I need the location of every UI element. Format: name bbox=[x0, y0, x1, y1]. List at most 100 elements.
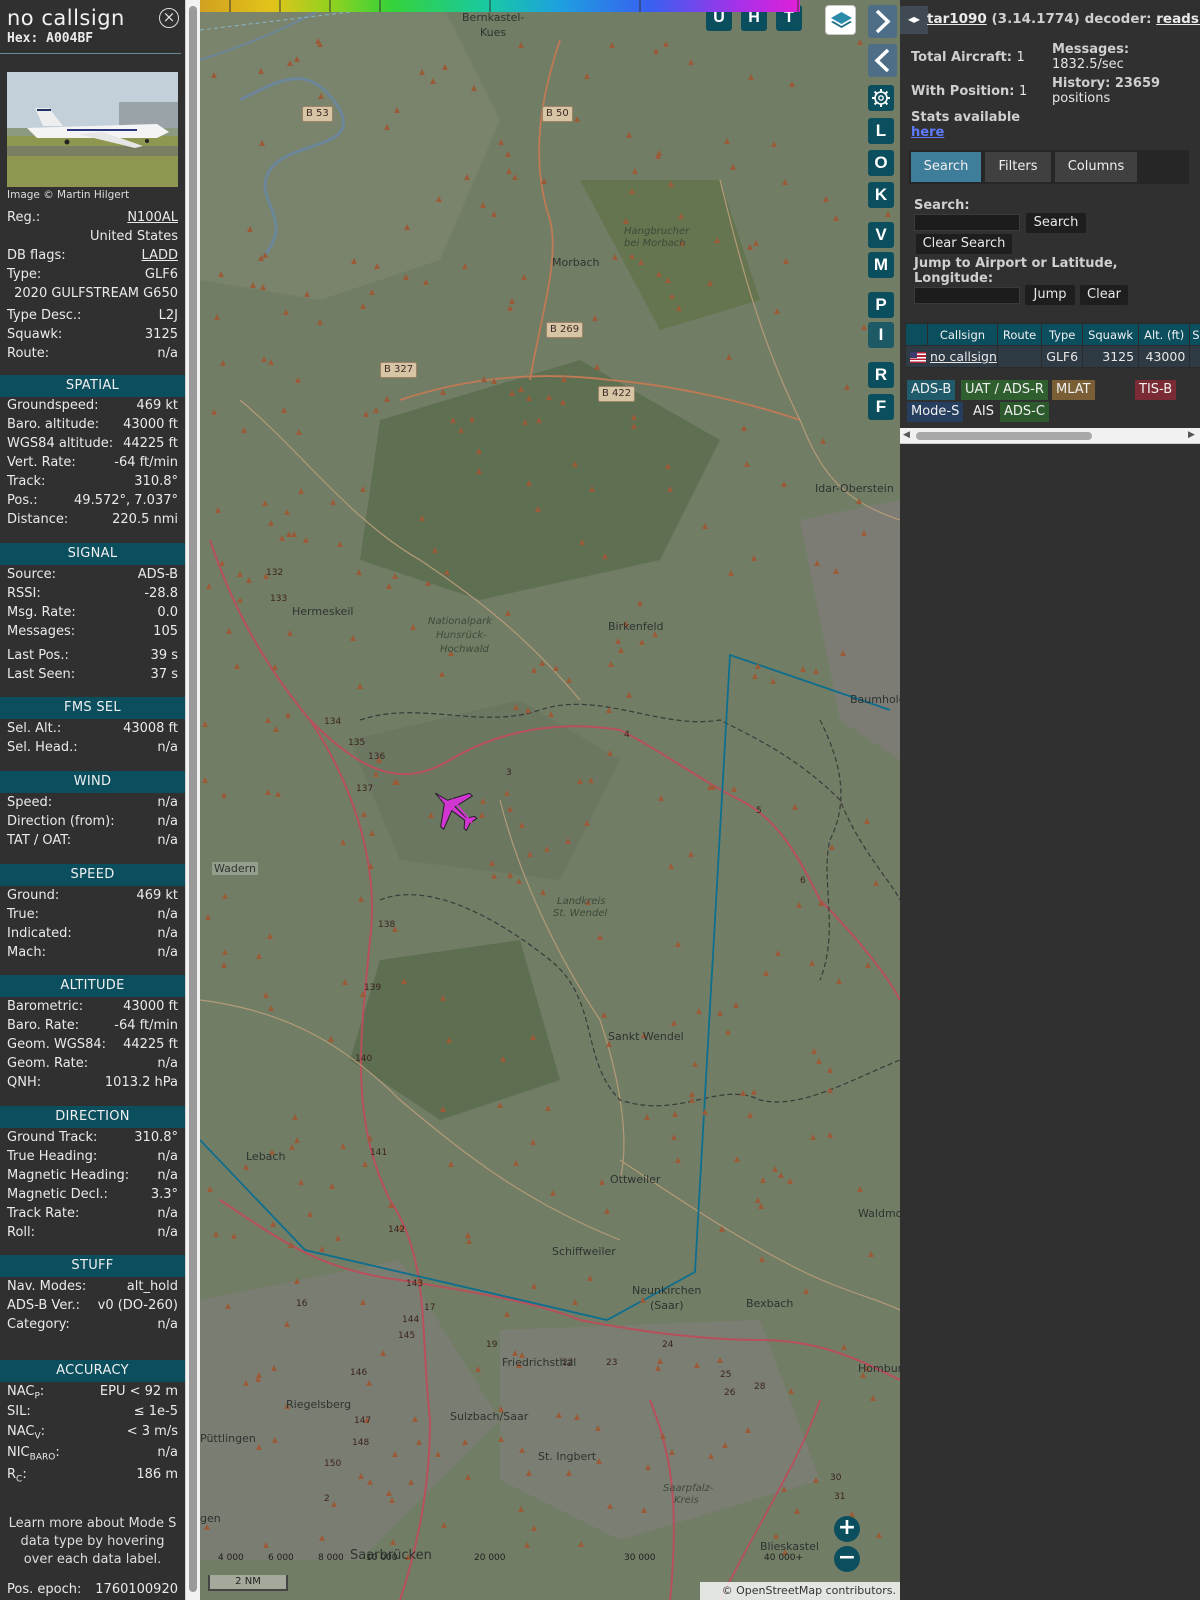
info-row-label[interactable]: Messages: bbox=[7, 622, 75, 641]
info-row-label[interactable]: Indicated: bbox=[7, 924, 72, 943]
toggle-r-button[interactable]: R bbox=[868, 362, 894, 388]
info-row-label[interactable]: Last Seen: bbox=[7, 665, 75, 684]
search-button[interactable]: Search bbox=[1026, 213, 1086, 233]
toggle-f-button[interactable]: F bbox=[868, 394, 894, 420]
info-row-label[interactable]: Baro. Rate: bbox=[7, 1016, 79, 1035]
sidebar-resize-handle[interactable]: ◂▸ bbox=[900, 6, 928, 34]
section-direction[interactable]: DIRECTION bbox=[0, 1106, 185, 1128]
info-row-label[interactable]: Vert. Rate: bbox=[7, 453, 76, 472]
col-type[interactable]: Type bbox=[1041, 323, 1084, 346]
toggle-o-button[interactable]: O bbox=[868, 150, 894, 176]
col-altitude[interactable]: Alt. (ft) bbox=[1138, 323, 1191, 346]
stats-here-link[interactable]: here bbox=[911, 125, 944, 140]
section-spatial[interactable]: SPATIAL bbox=[0, 375, 185, 397]
col-callsign[interactable]: Callsign bbox=[927, 323, 998, 346]
info-scrollbar[interactable] bbox=[185, 0, 200, 1600]
col-route[interactable]: Route bbox=[996, 323, 1043, 346]
legend-ads-b[interactable]: ADS-B bbox=[907, 380, 956, 400]
scroll-left-icon[interactable]: ◀ bbox=[903, 430, 910, 440]
section-signal[interactable]: SIGNAL bbox=[0, 543, 185, 565]
info-row-label[interactable]: Roll: bbox=[7, 1223, 35, 1242]
tab-columns[interactable]: Columns bbox=[1055, 152, 1137, 182]
info-row-label[interactable]: RSSI: bbox=[7, 584, 41, 603]
info-row-label[interactable]: Msg. Rate: bbox=[7, 603, 76, 622]
info-row-label[interactable]: Track: bbox=[7, 472, 45, 491]
table-row[interactable]: no callsign GLF6 3125 43000 bbox=[905, 345, 1200, 368]
info-scrollbar-thumb[interactable] bbox=[189, 6, 197, 1592]
section-accuracy[interactable]: ACCURACY bbox=[0, 1360, 185, 1382]
section-wind[interactable]: WIND bbox=[0, 771, 185, 793]
toggle-k-button[interactable]: K bbox=[868, 182, 894, 208]
info-row-label[interactable]: Track Rate: bbox=[7, 1204, 79, 1223]
info-row-label[interactable]: Category: bbox=[7, 1315, 70, 1334]
legend-ads-c[interactable]: ADS-C bbox=[1000, 402, 1049, 422]
info-row-label[interactable]: Type: bbox=[7, 265, 41, 284]
toggle-p-button[interactable]: P bbox=[868, 292, 894, 318]
jump-input[interactable] bbox=[914, 287, 1020, 304]
legend-mode-s[interactable]: Mode-S bbox=[907, 402, 964, 422]
info-row-label[interactable]: Geom. WGS84: bbox=[7, 1035, 106, 1054]
close-icon[interactable]: × bbox=[159, 8, 179, 28]
info-row-label[interactable]: Reg.: bbox=[7, 208, 40, 227]
info-row-label[interactable]: Baro. altitude: bbox=[7, 415, 99, 434]
legend-ais[interactable]: AIS bbox=[969, 402, 998, 422]
info-row-label[interactable]: Type Desc.: bbox=[7, 306, 81, 325]
aircraft-photo[interactable] bbox=[7, 72, 178, 187]
info-row-label[interactable]: NICBARO: bbox=[7, 1443, 60, 1468]
toggle-m-button[interactable]: M bbox=[868, 252, 894, 278]
info-row-value[interactable]: LADD bbox=[142, 246, 178, 265]
info-row-label[interactable]: Ground: bbox=[7, 886, 59, 905]
toggle-v-button[interactable]: V bbox=[868, 222, 894, 248]
info-row-label[interactable]: Geom. Rate: bbox=[7, 1054, 88, 1073]
expand-sidebar-button[interactable] bbox=[868, 5, 897, 38]
info-row-label[interactable]: TAT / OAT: bbox=[7, 831, 71, 850]
info-row-label[interactable]: Magnetic Heading: bbox=[7, 1166, 129, 1185]
info-row-label[interactable]: SIL: bbox=[7, 1402, 31, 1421]
col-speed[interactable]: S bbox=[1189, 323, 1200, 346]
legend-uat-ads-r[interactable]: UAT / ADS-R bbox=[961, 380, 1048, 400]
info-row-label[interactable]: True Heading: bbox=[7, 1147, 97, 1166]
tab-search[interactable]: Search bbox=[911, 152, 981, 182]
tab-filters[interactable]: Filters bbox=[985, 152, 1051, 182]
info-row-label[interactable]: Sel. Alt.: bbox=[7, 719, 61, 738]
toggle-l-button[interactable]: L bbox=[868, 118, 894, 144]
info-row-label[interactable]: RC: bbox=[7, 1465, 27, 1490]
readsb-link[interactable]: readsb bbox=[1156, 11, 1200, 27]
info-row-label[interactable]: Route: bbox=[7, 344, 49, 363]
info-row-label[interactable]: QNH: bbox=[7, 1073, 41, 1092]
info-row-label[interactable]: Groundspeed: bbox=[7, 396, 98, 415]
info-row-label[interactable]: ADS-B Ver.: bbox=[7, 1296, 80, 1315]
info-row-label[interactable]: Source: bbox=[7, 565, 56, 584]
collapse-sidebar-button[interactable] bbox=[868, 44, 897, 77]
info-row-label[interactable]: Barometric: bbox=[7, 997, 83, 1016]
info-row-label[interactable]: WGS84 altitude: bbox=[7, 434, 113, 453]
section-altitude[interactable]: ALTITUDE bbox=[0, 975, 185, 997]
table-hscroll-thumb[interactable] bbox=[916, 432, 1092, 440]
info-row-label[interactable]: Ground Track: bbox=[7, 1128, 97, 1147]
zoom-in-button[interactable]: + bbox=[834, 1516, 860, 1542]
info-row-label[interactable]: True: bbox=[7, 905, 39, 924]
jump-button[interactable]: Jump bbox=[1025, 285, 1075, 305]
layers-button[interactable] bbox=[825, 5, 856, 35]
zoom-out-button[interactable]: − bbox=[834, 1546, 860, 1572]
section-fms[interactable]: FMS SEL bbox=[0, 697, 185, 719]
row-callsign-cell[interactable]: no callsign bbox=[905, 345, 998, 368]
info-row-label[interactable]: DB flags: bbox=[7, 246, 66, 265]
table-hscroll[interactable]: ◀ ▶ bbox=[900, 428, 1200, 444]
info-row-label[interactable]: Distance: bbox=[7, 510, 68, 529]
info-row-label[interactable]: Sel. Head.: bbox=[7, 738, 78, 757]
settings-button[interactable] bbox=[868, 85, 894, 111]
clear-button[interactable]: Clear bbox=[1080, 285, 1128, 305]
map-view[interactable]: Bernkastel- Kues Morbach Idar-Oberstein … bbox=[200, 0, 900, 1600]
info-row-label[interactable]: Speed: bbox=[7, 793, 52, 812]
toggle-i-button[interactable]: I bbox=[868, 322, 894, 348]
col-squawk[interactable]: Squawk bbox=[1082, 323, 1140, 346]
row-callsign[interactable]: no callsign bbox=[930, 349, 997, 364]
epoch-label[interactable]: Pos. epoch: bbox=[7, 1580, 81, 1599]
scroll-right-icon[interactable]: ▶ bbox=[1188, 430, 1195, 440]
info-row-label[interactable]: Last Pos.: bbox=[7, 646, 69, 665]
info-row-label[interactable]: Squawk: bbox=[7, 325, 62, 344]
legend-mlat[interactable]: MLAT bbox=[1052, 380, 1095, 400]
section-stuff[interactable]: STUFF bbox=[0, 1255, 185, 1277]
info-row-label[interactable]: Magnetic Decl.: bbox=[7, 1185, 108, 1204]
